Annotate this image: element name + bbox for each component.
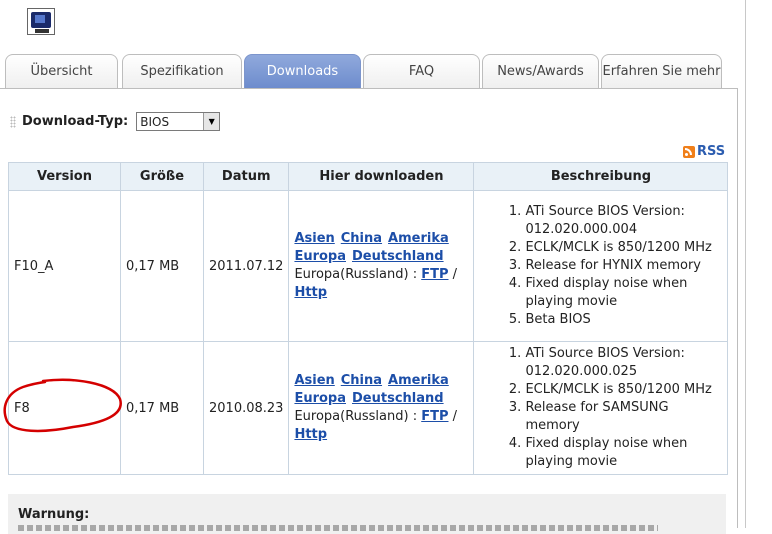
warning-text-cropped: [18, 525, 658, 531]
col-header-date: Datum: [202, 162, 290, 191]
download-type-select[interactable]: BIOS ▼: [136, 112, 221, 131]
link-america[interactable]: Amerika: [388, 373, 449, 388]
cell-date: 2011.07.12: [202, 190, 290, 342]
download-type-filter: Download-Typ: BIOS ▼: [10, 112, 221, 131]
tab-overview[interactable]: Übersicht: [5, 54, 118, 88]
description-list: ATi Source BIOS Version: 012.020.000.025…: [479, 345, 722, 471]
tab-news-awards[interactable]: News/Awards: [482, 54, 599, 88]
col-header-description: Beschreibung: [473, 162, 729, 191]
link-asia[interactable]: Asien: [294, 373, 334, 388]
panel-top-border: [0, 88, 738, 89]
description-item: Release for HYNIX memory: [525, 257, 722, 275]
link-china[interactable]: China: [341, 373, 382, 388]
link-china[interactable]: China: [341, 231, 382, 246]
cell-size: 0,17 MB: [120, 341, 204, 475]
link-germany[interactable]: Deutschland: [352, 249, 444, 264]
downloads-table: Version Größe Datum Hier downloaden Besc…: [8, 162, 729, 475]
table-header-row: Version Größe Datum Hier downloaden Besc…: [8, 162, 729, 191]
description-item: ATi Source BIOS Version: 012.020.000.004: [525, 203, 722, 239]
description-item: ECLK/MCLK is 850/1200 MHz: [525, 381, 722, 399]
link-ftp[interactable]: FTP: [421, 267, 448, 282]
download-type-value: BIOS: [140, 114, 170, 129]
product-image: [31, 12, 51, 28]
tab-learn-more[interactable]: Erfahren Sie mehr: [601, 54, 722, 88]
tab-faq[interactable]: FAQ: [363, 54, 480, 88]
link-europe[interactable]: Europa: [294, 249, 346, 264]
grip-icon: [10, 115, 16, 128]
table-row: F10_A 0,17 MB 2011.07.12 Asien China Ameri…: [8, 190, 729, 342]
link-europe[interactable]: Europa: [294, 391, 346, 406]
russia-label: Europa(Russland) :: [294, 267, 422, 282]
cell-date: 2010.08.23: [202, 341, 290, 475]
description-item: Fixed display noise when playing movie: [525, 435, 722, 471]
download-type-label: Download-Typ:: [22, 114, 129, 129]
rss-icon: [683, 145, 695, 158]
col-header-download: Hier downloaden: [288, 162, 475, 191]
description-item: Fixed display noise when playing movie: [525, 275, 722, 311]
warning-title: Warnung:: [18, 507, 90, 522]
link-http[interactable]: Http: [294, 427, 327, 442]
table-row: F8 0,17 MB 2010.08.23 Asien China Amerika …: [8, 341, 729, 475]
link-germany[interactable]: Deutschland: [352, 391, 444, 406]
description-item: ECLK/MCLK is 850/1200 MHz: [525, 239, 722, 257]
rss-link[interactable]: RSS: [683, 144, 725, 159]
col-header-size: Größe: [120, 162, 204, 191]
link-asia[interactable]: Asien: [294, 231, 334, 246]
description-item: Beta BIOS: [525, 311, 722, 329]
description-item: ATi Source BIOS Version: 012.020.000.025: [525, 345, 722, 381]
tab-specification[interactable]: Spezifikation: [122, 54, 242, 88]
cell-version: F10_A: [8, 190, 121, 342]
cell-download-links: Asien China Amerika Europa Deutschland Euro…: [288, 341, 475, 475]
col-header-version: Version: [8, 162, 121, 191]
link-separator: /: [448, 267, 458, 282]
russia-label: Europa(Russland) :: [294, 409, 422, 424]
product-thumbnail[interactable]: [27, 8, 55, 35]
tab-downloads[interactable]: Downloads: [244, 54, 361, 88]
warning-box: Warnung:: [8, 494, 726, 534]
cell-download-links: Asien China Amerika Europa Deutschland Euro…: [288, 190, 475, 342]
description-item: Release for SAMSUNG memory: [525, 399, 722, 435]
cell-description: ATi Source BIOS Version: 012.020.000.004…: [473, 190, 729, 342]
link-http[interactable]: Http: [294, 285, 327, 300]
cell-size: 0,17 MB: [120, 190, 204, 342]
link-america[interactable]: Amerika: [388, 231, 449, 246]
link-ftp[interactable]: FTP: [421, 409, 448, 424]
chevron-down-icon[interactable]: ▼: [203, 113, 220, 130]
link-separator: /: [448, 409, 458, 424]
panel-right-border: [737, 88, 738, 528]
product-image-base: [35, 29, 49, 33]
cell-version: F8: [8, 341, 121, 475]
description-list: ATi Source BIOS Version: 012.020.000.004…: [479, 203, 722, 329]
cell-description: ATi Source BIOS Version: 012.020.000.025…: [473, 341, 729, 475]
page-edge-divider: [745, 0, 746, 528]
rss-label: RSS: [697, 144, 726, 159]
